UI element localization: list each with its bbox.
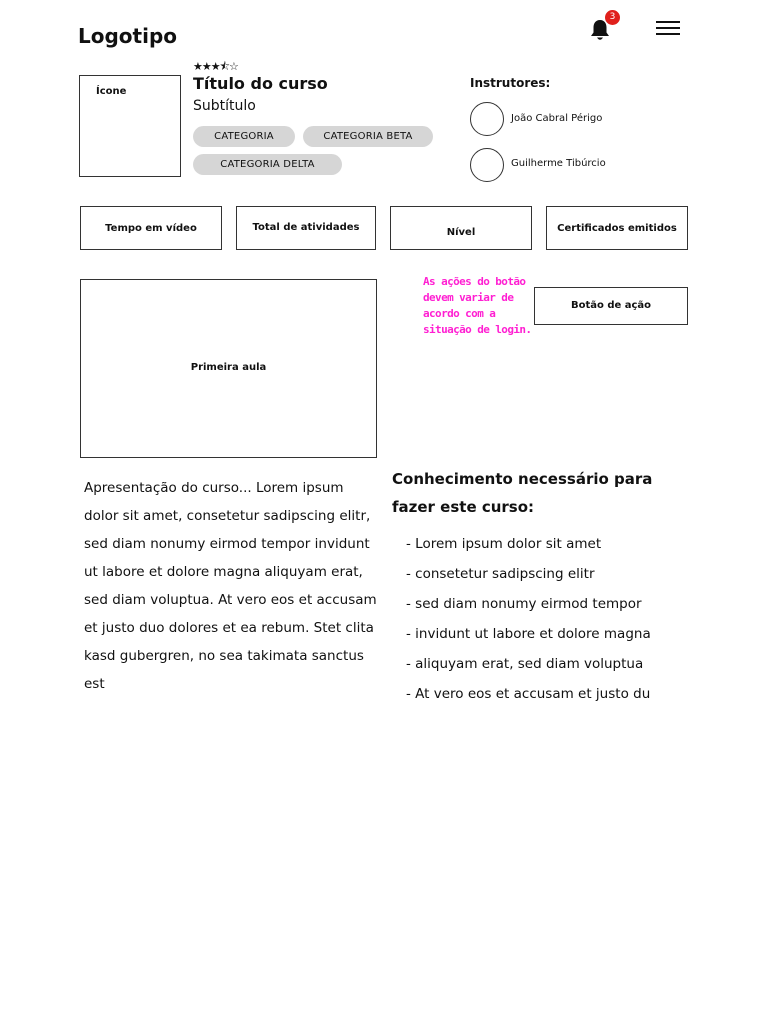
instructors-label: Instrutores: (470, 76, 551, 90)
course-icon-label: Ícone (96, 86, 127, 97)
action-button[interactable]: Botão de ação (534, 287, 688, 325)
stat-video-time: Tempo em vídeo (80, 206, 222, 250)
list-item: - At vero eos et accusam et justo du (406, 686, 651, 702)
category-pill[interactable]: CATEGORIA (193, 126, 295, 147)
list-item: - invidunt ut labore et dolore magna (406, 626, 651, 642)
instructor-name[interactable]: João Cabral Périgo (511, 113, 602, 124)
course-icon-placeholder: Ícone (79, 75, 181, 177)
instructor-avatar[interactable] (470, 102, 504, 136)
list-item: - sed diam nonumy eirmod tempor (406, 596, 642, 612)
course-title: Título do curso (193, 74, 328, 93)
instructor-avatar[interactable] (470, 148, 504, 182)
category-pill-delta[interactable]: CATEGORIA DELTA (193, 154, 342, 175)
category-pill-beta[interactable]: CATEGORIA BETA (303, 126, 433, 147)
list-item: - Lorem ipsum dolor sit amet (406, 536, 602, 552)
list-item: - aliquyam erat, sed diam voluptua (406, 656, 644, 672)
hamburger-menu-icon[interactable] (656, 21, 680, 39)
course-description: Apresentação do curso... Lorem ipsum dol… (84, 480, 377, 692)
instructor-name[interactable]: Guilherme Tibúrcio (511, 158, 606, 169)
logo[interactable]: Logotipo (78, 24, 177, 48)
video-label: Primeira aula (190, 362, 267, 373)
first-lesson-video[interactable]: Primeira aula (80, 279, 377, 458)
requirements-title: Conhecimento necessário para fazer este … (392, 470, 653, 516)
course-subtitle: Subtítulo (193, 98, 256, 114)
stat-level: Nível (390, 206, 532, 250)
list-item: - consetetur sadipscing elitr (406, 566, 595, 582)
annotation-note: As ações do botão devem variar de acordo… (423, 275, 532, 336)
requirements-list: - Lorem ipsum dolor sit amet - consetetu… (406, 533, 651, 713)
notification-badge: 3 (605, 10, 620, 25)
stat-total-activities: Total de atividades (236, 206, 376, 250)
stat-certificates: Certificados emitidos (546, 206, 688, 250)
